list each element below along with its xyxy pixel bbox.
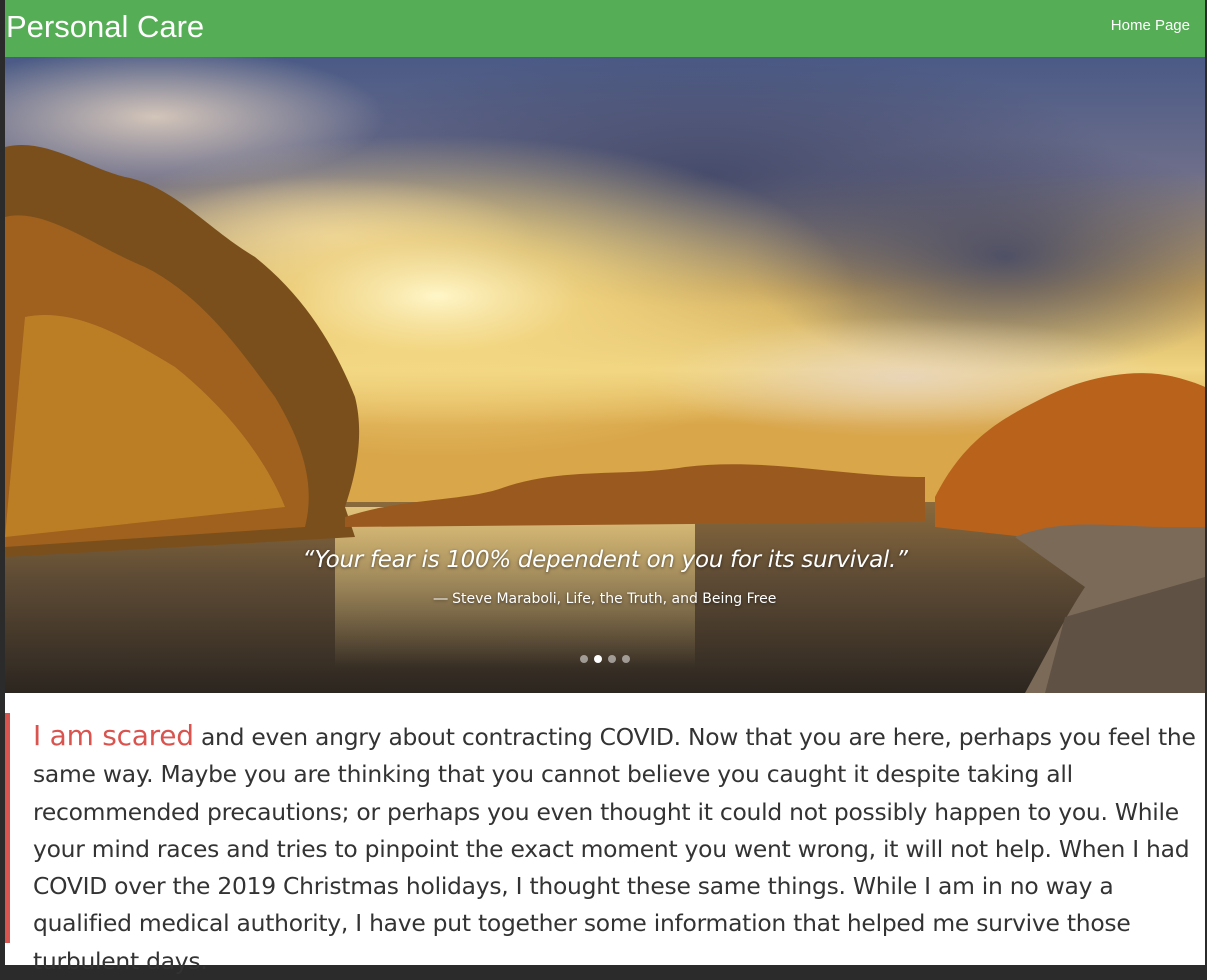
carousel-quote: “Your fear is 100% dependent on you for … — [302, 547, 908, 573]
intro-highlight: I am scared — [33, 719, 194, 752]
brand-link[interactable]: Personal Care — [6, 8, 204, 46]
navbar: Personal Care Home Page — [5, 0, 1205, 57]
carousel-indicator-4[interactable] — [622, 655, 630, 663]
hero-carousel[interactable]: “Your fear is 100% dependent on you for … — [5, 57, 1205, 693]
home-page-link[interactable]: Home Page — [1111, 16, 1190, 36]
carousel-indicator-3[interactable] — [608, 655, 616, 663]
carousel-indicator-2[interactable] — [594, 655, 602, 663]
intro-paragraph: I am scared and even angry about contrac… — [33, 717, 1207, 980]
intro-section: I am scared and even angry about contrac… — [5, 713, 1205, 975]
page: Personal Care Home Page “Your fear is 10… — [5, 0, 1205, 975]
intro-body-text: and even angry about contracting COVID. … — [33, 723, 1196, 975]
carousel-indicator-1[interactable] — [580, 655, 588, 663]
intro-accent-bar — [5, 713, 10, 943]
carousel-quote-author: ― Steve Maraboli, Life, the Truth, and B… — [433, 591, 777, 607]
carousel-indicators — [5, 655, 1205, 663]
